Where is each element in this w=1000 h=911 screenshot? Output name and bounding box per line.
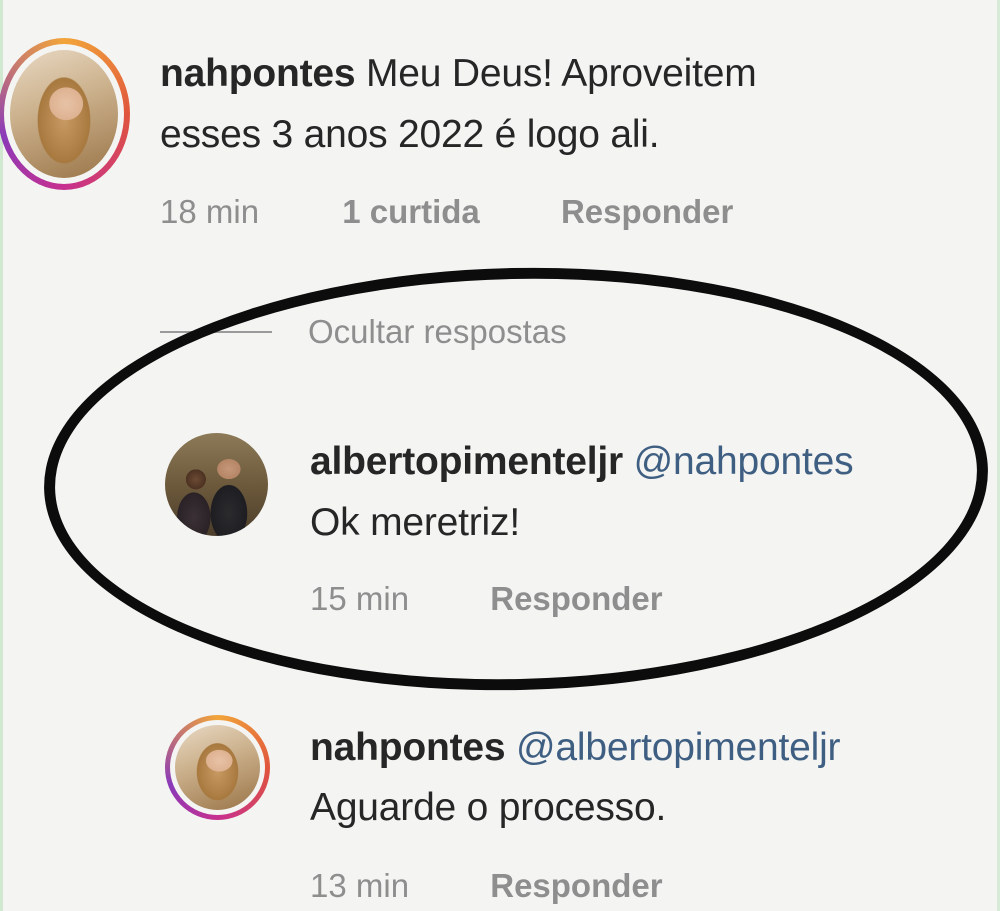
comment-text-line-2: Aguarde o processo. [310, 786, 666, 830]
comment-time: 13 min [310, 867, 410, 904]
comment-username[interactable]: nahpontes [160, 52, 356, 95]
comment-body: Aguarde o processo. [310, 786, 667, 829]
comment-text-line-1: nahpontes @albertopimenteljr [310, 726, 841, 770]
comment-nahpontes-2: nahpontes @albertopimenteljr Aguarde o p… [0, 705, 1000, 911]
comment-text-line-2: esses 3 anos 2022 é logo ali. [160, 113, 660, 157]
avatar-nahpontes[interactable] [165, 715, 270, 820]
comment-likes[interactable]: 1 curtida [342, 193, 480, 230]
reply-button[interactable]: Responder [561, 193, 733, 230]
comment-meta: 18 min 1 curtida Responder [160, 193, 733, 231]
comment-nahpontes-1: nahpontes Meu Deus! Aproveitem esses 3 a… [0, 0, 1000, 260]
comment-body-continued: esses 3 anos 2022 é logo ali. [160, 113, 660, 156]
avatar-photo [175, 725, 260, 810]
comment-mention[interactable]: @albertopimenteljr [516, 726, 841, 769]
comment-meta: 13 min Responder [310, 867, 663, 905]
avatar-nahpontes[interactable] [0, 38, 130, 190]
comment-text-line-1: nahpontes Meu Deus! Aproveitem [160, 52, 757, 96]
comment-username[interactable]: nahpontes [310, 726, 506, 769]
reply-button[interactable]: Responder [490, 867, 662, 904]
avatar-photo [10, 50, 118, 178]
comment-time: 18 min [160, 193, 260, 230]
comment-body: Meu Deus! Aproveitem [366, 52, 757, 95]
